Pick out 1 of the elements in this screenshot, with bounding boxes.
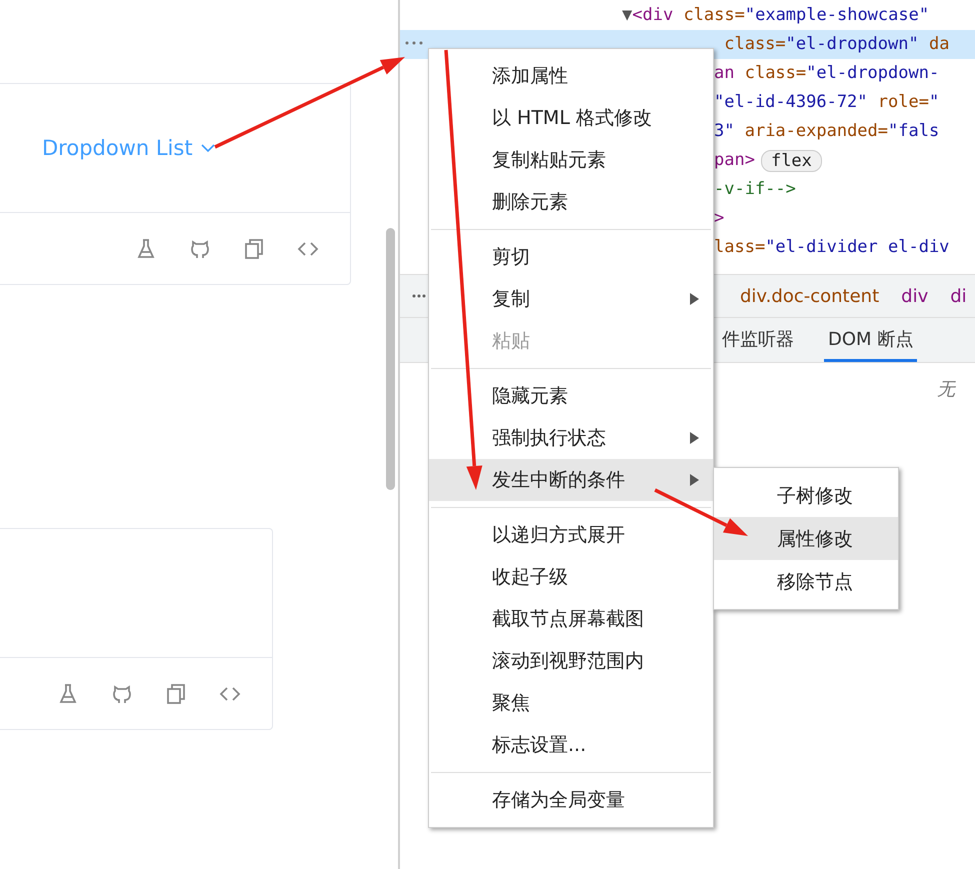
empty-note: 无 — [937, 378, 955, 401]
